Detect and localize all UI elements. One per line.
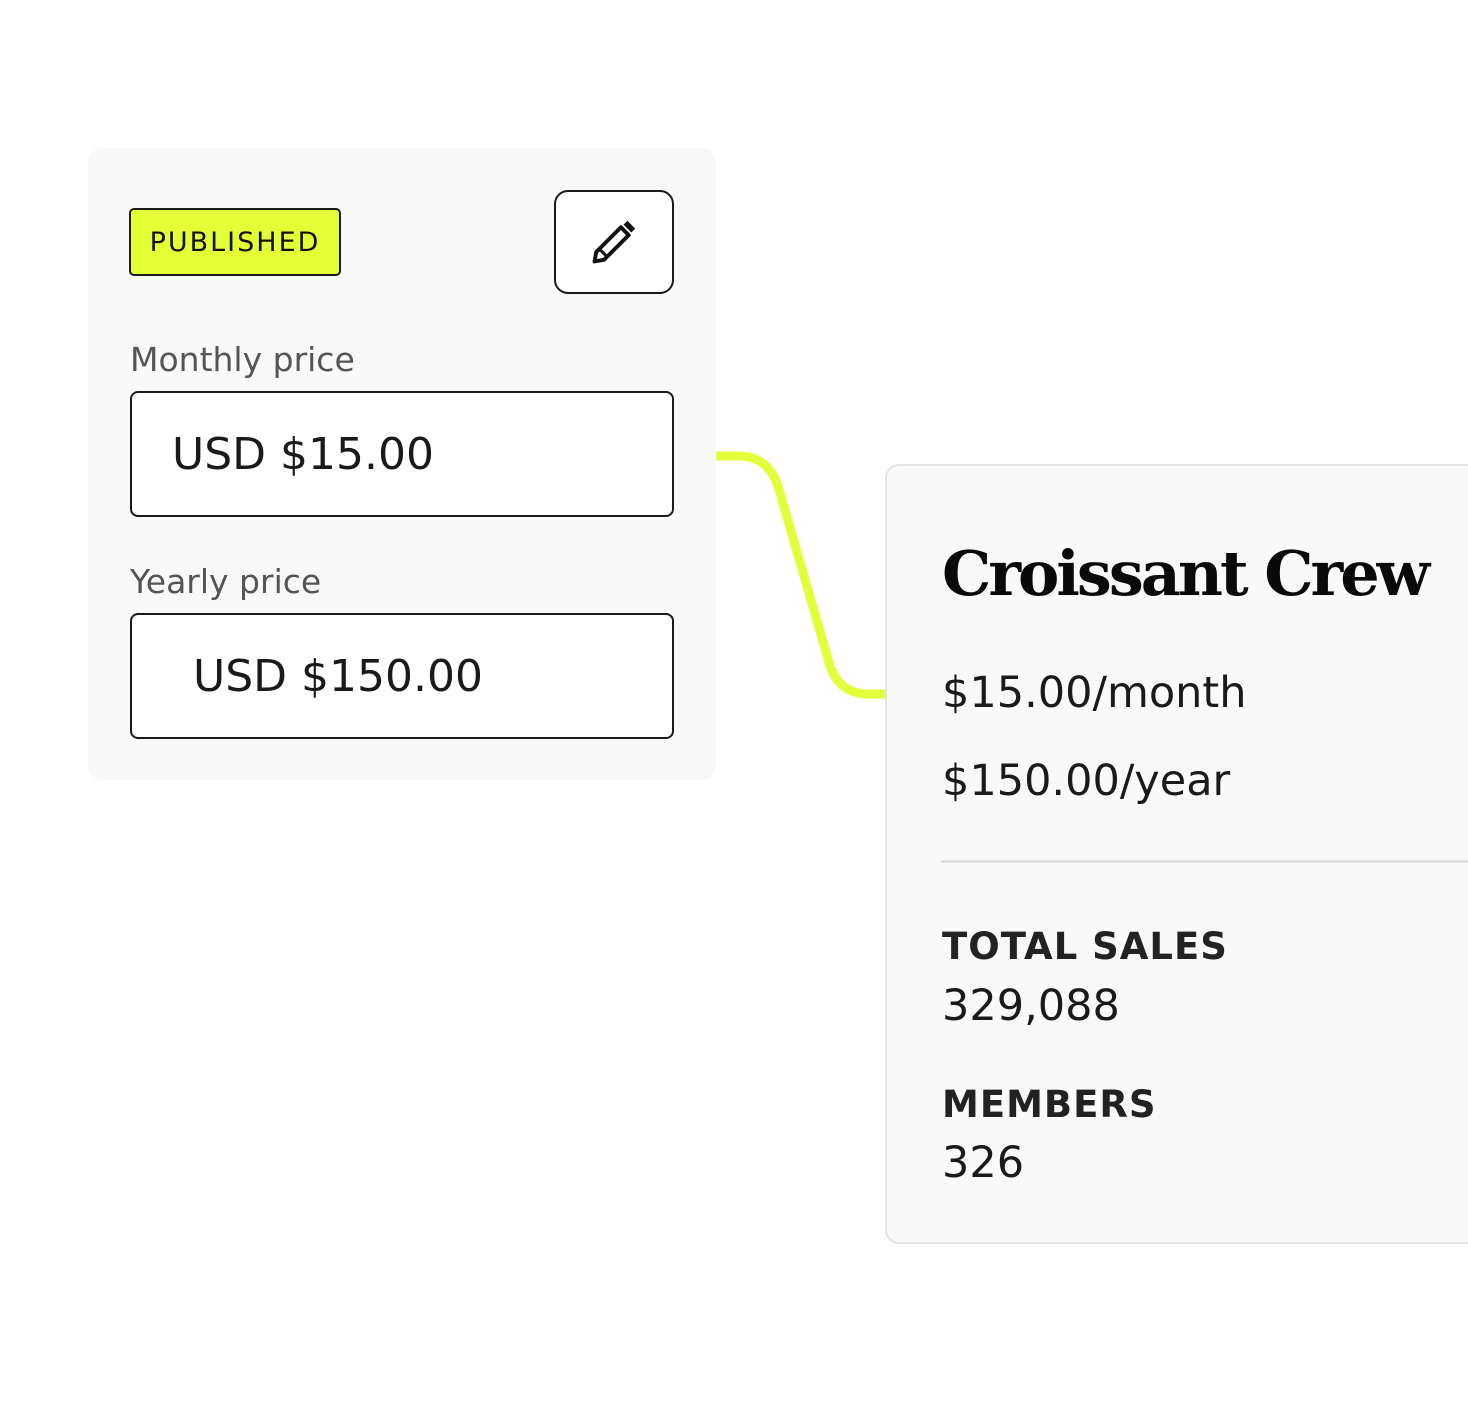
members-value: 326 xyxy=(942,1138,1025,1188)
monthly-price-summary: $15.00/month xyxy=(942,668,1247,718)
total-sales-value: 329,088 xyxy=(942,981,1120,1031)
pencil-icon xyxy=(588,216,640,268)
yearly-price-label: Yearly price xyxy=(130,562,322,601)
monthly-price-input[interactable] xyxy=(130,391,674,517)
edit-button[interactable] xyxy=(554,190,674,294)
monthly-price-label: Monthly price xyxy=(130,340,355,379)
yearly-price-summary: $150.00/year xyxy=(942,756,1231,806)
members-label: MEMBERS xyxy=(942,1083,1157,1126)
yearly-price-input[interactable] xyxy=(130,613,674,739)
product-summary-card: Croissant Crew $15.00/month $150.00/year… xyxy=(885,464,1468,1244)
divider xyxy=(941,860,1468,863)
status-badge: PUBLISHED xyxy=(129,208,341,276)
product-title: Croissant Crew xyxy=(942,537,1430,610)
price-editor-card: PUBLISHED Monthly price Yearly price xyxy=(88,148,716,780)
total-sales-label: TOTAL SALES xyxy=(942,925,1228,968)
